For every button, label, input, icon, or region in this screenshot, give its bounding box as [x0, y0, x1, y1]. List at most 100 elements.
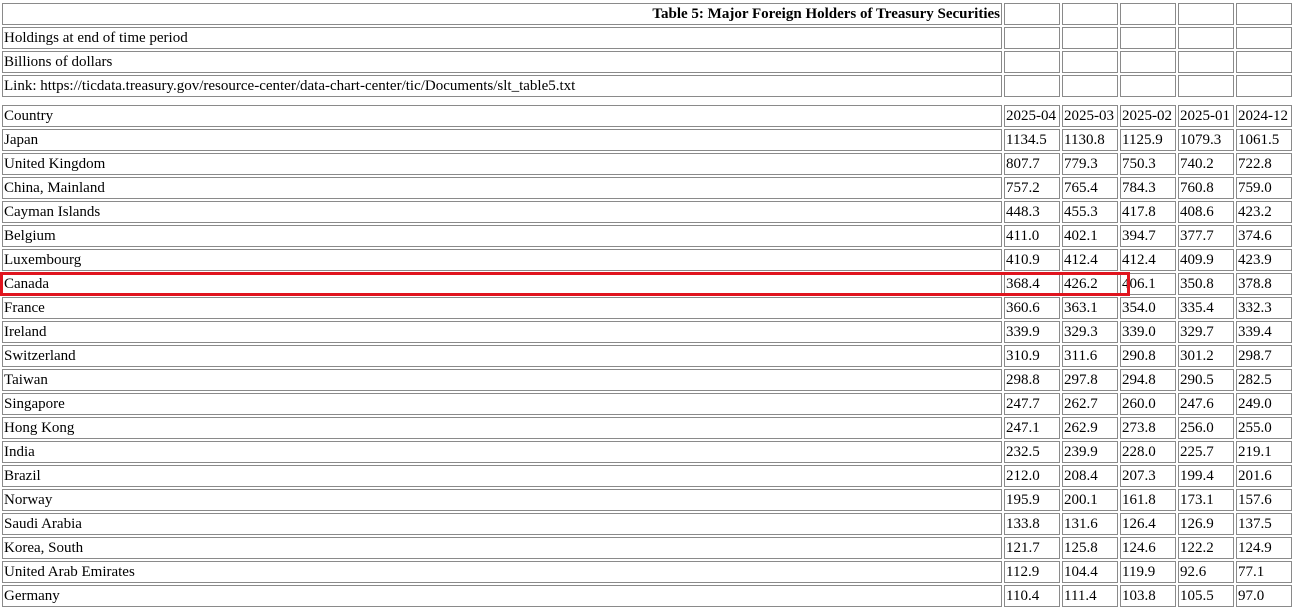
value-cell: 1125.9 — [1120, 129, 1176, 151]
table-row: Singapore 247.7 262.7 260.0 247.6 249.0 — [2, 393, 1292, 415]
value-cell: 110.4 — [1004, 585, 1060, 607]
value-cell: 255.0 — [1236, 417, 1292, 439]
value-cell: 423.2 — [1236, 201, 1292, 223]
value-cell: 195.9 — [1004, 489, 1060, 511]
value-cell: 273.8 — [1120, 417, 1176, 439]
value-cell: 1130.8 — [1062, 129, 1118, 151]
value-cell: 297.8 — [1062, 369, 1118, 391]
value-cell: 173.1 — [1178, 489, 1234, 511]
empty-cell — [1062, 75, 1118, 97]
table-row: United Kingdom 807.7 779.3 750.3 740.2 722.8 — [2, 153, 1292, 175]
holdings-table: Country 2025-04 2025-03 2025-02 2025-01 … — [0, 103, 1294, 608]
value-cell: 112.9 — [1004, 561, 1060, 583]
value-cell: 247.7 — [1004, 393, 1060, 415]
country-cell: Brazil — [2, 465, 1002, 487]
column-header-period: 2025-04 — [1004, 105, 1060, 127]
country-cell: Japan — [2, 129, 1002, 151]
value-cell: 133.8 — [1004, 513, 1060, 535]
country-cell: Korea, South — [2, 537, 1002, 559]
value-cell: 759.0 — [1236, 177, 1292, 199]
value-cell: 410.9 — [1004, 249, 1060, 271]
empty-cell — [1004, 75, 1060, 97]
table-row: Hong Kong 247.1 262.9 273.8 256.0 255.0 — [2, 417, 1292, 439]
table-row: Belgium 411.0 402.1 394.7 377.7 374.6 — [2, 225, 1292, 247]
empty-cell — [1062, 51, 1118, 73]
value-cell: 207.3 — [1120, 465, 1176, 487]
value-cell: 122.2 — [1178, 537, 1234, 559]
column-header-country: Country — [2, 105, 1002, 127]
value-cell: 298.8 — [1004, 369, 1060, 391]
value-cell: 360.6 — [1004, 297, 1060, 319]
source-link[interactable]: Link: https://ticdata.treasury.gov/resou… — [2, 75, 1002, 97]
country-cell: Germany — [2, 585, 1002, 607]
empty-cell — [1062, 3, 1118, 25]
table-row: Canada 368.4 426.2 406.1 350.8 378.8 — [2, 273, 1292, 295]
value-cell: 311.6 — [1062, 345, 1118, 367]
units-note: Billions of dollars — [2, 51, 1002, 73]
value-cell: 208.4 — [1062, 465, 1118, 487]
empty-cell — [1236, 27, 1292, 49]
table-row: Cayman Islands 448.3 455.3 417.8 408.6 423.2 — [2, 201, 1292, 223]
table-row: Norway 195.9 200.1 161.8 173.1 157.6 — [2, 489, 1292, 511]
value-cell: 111.4 — [1062, 585, 1118, 607]
table-row: China, Mainland 757.2 765.4 784.3 760.8 759.0 — [2, 177, 1292, 199]
value-cell: 760.8 — [1178, 177, 1234, 199]
value-cell: 411.0 — [1004, 225, 1060, 247]
country-cell: Ireland — [2, 321, 1002, 343]
value-cell: 423.9 — [1236, 249, 1292, 271]
empty-cell — [1004, 51, 1060, 73]
value-cell: 249.0 — [1236, 393, 1292, 415]
value-cell: 750.3 — [1120, 153, 1176, 175]
value-cell: 104.4 — [1062, 561, 1118, 583]
title-row: Table 5: Major Foreign Holders of Treasu… — [2, 3, 1292, 25]
value-cell: 722.8 — [1236, 153, 1292, 175]
table-row: Taiwan 298.8 297.8 294.8 290.5 282.5 — [2, 369, 1292, 391]
value-cell: 97.0 — [1236, 585, 1292, 607]
value-cell: 121.7 — [1004, 537, 1060, 559]
value-cell: 256.0 — [1178, 417, 1234, 439]
value-cell: 124.9 — [1236, 537, 1292, 559]
value-cell: 412.4 — [1120, 249, 1176, 271]
value-cell: 335.4 — [1178, 297, 1234, 319]
column-header-period: 2024-12 — [1236, 105, 1292, 127]
country-cell: Taiwan — [2, 369, 1002, 391]
table-metadata: Table 5: Major Foreign Holders of Treasu… — [0, 1, 1294, 99]
column-header-period: 2025-02 — [1120, 105, 1176, 127]
value-cell: 262.9 — [1062, 417, 1118, 439]
value-cell: 247.6 — [1178, 393, 1234, 415]
value-cell: 290.8 — [1120, 345, 1176, 367]
value-cell: 301.2 — [1178, 345, 1234, 367]
table-row: Switzerland 310.9 311.6 290.8 301.2 298.7 — [2, 345, 1292, 367]
value-cell: 784.3 — [1120, 177, 1176, 199]
value-cell: 201.6 — [1236, 465, 1292, 487]
value-cell: 329.3 — [1062, 321, 1118, 343]
country-cell: Norway — [2, 489, 1002, 511]
value-cell: 406.1 — [1120, 273, 1176, 295]
value-cell: 455.3 — [1062, 201, 1118, 223]
empty-cell — [1236, 51, 1292, 73]
value-cell: 290.5 — [1178, 369, 1234, 391]
empty-cell — [1236, 3, 1292, 25]
table-row: Saudi Arabia 133.8 131.6 126.4 126.9 137.5 — [2, 513, 1292, 535]
country-cell: United Arab Emirates — [2, 561, 1002, 583]
country-cell: Singapore — [2, 393, 1002, 415]
value-cell: 412.4 — [1062, 249, 1118, 271]
table-row: Brazil 212.0 208.4 207.3 199.4 201.6 — [2, 465, 1292, 487]
value-cell: 103.8 — [1120, 585, 1176, 607]
value-cell: 239.9 — [1062, 441, 1118, 463]
value-cell: 339.9 — [1004, 321, 1060, 343]
value-cell: 260.0 — [1120, 393, 1176, 415]
empty-cell — [1178, 27, 1234, 49]
value-cell: 228.0 — [1120, 441, 1176, 463]
column-header-period: 2025-01 — [1178, 105, 1234, 127]
country-cell: Luxembourg — [2, 249, 1002, 271]
table-body: Japan 1134.5 1130.8 1125.9 1079.3 1061.5 Unite… — [2, 129, 1292, 607]
country-cell: United Kingdom — [2, 153, 1002, 175]
value-cell: 137.5 — [1236, 513, 1292, 535]
value-cell: 1134.5 — [1004, 129, 1060, 151]
table-row: India 232.5 239.9 228.0 225.7 219.1 — [2, 441, 1292, 463]
value-cell: 332.3 — [1236, 297, 1292, 319]
table-row: France 360.6 363.1 354.0 335.4 332.3 — [2, 297, 1292, 319]
country-cell: Canada — [2, 273, 1002, 295]
value-cell: 374.6 — [1236, 225, 1292, 247]
